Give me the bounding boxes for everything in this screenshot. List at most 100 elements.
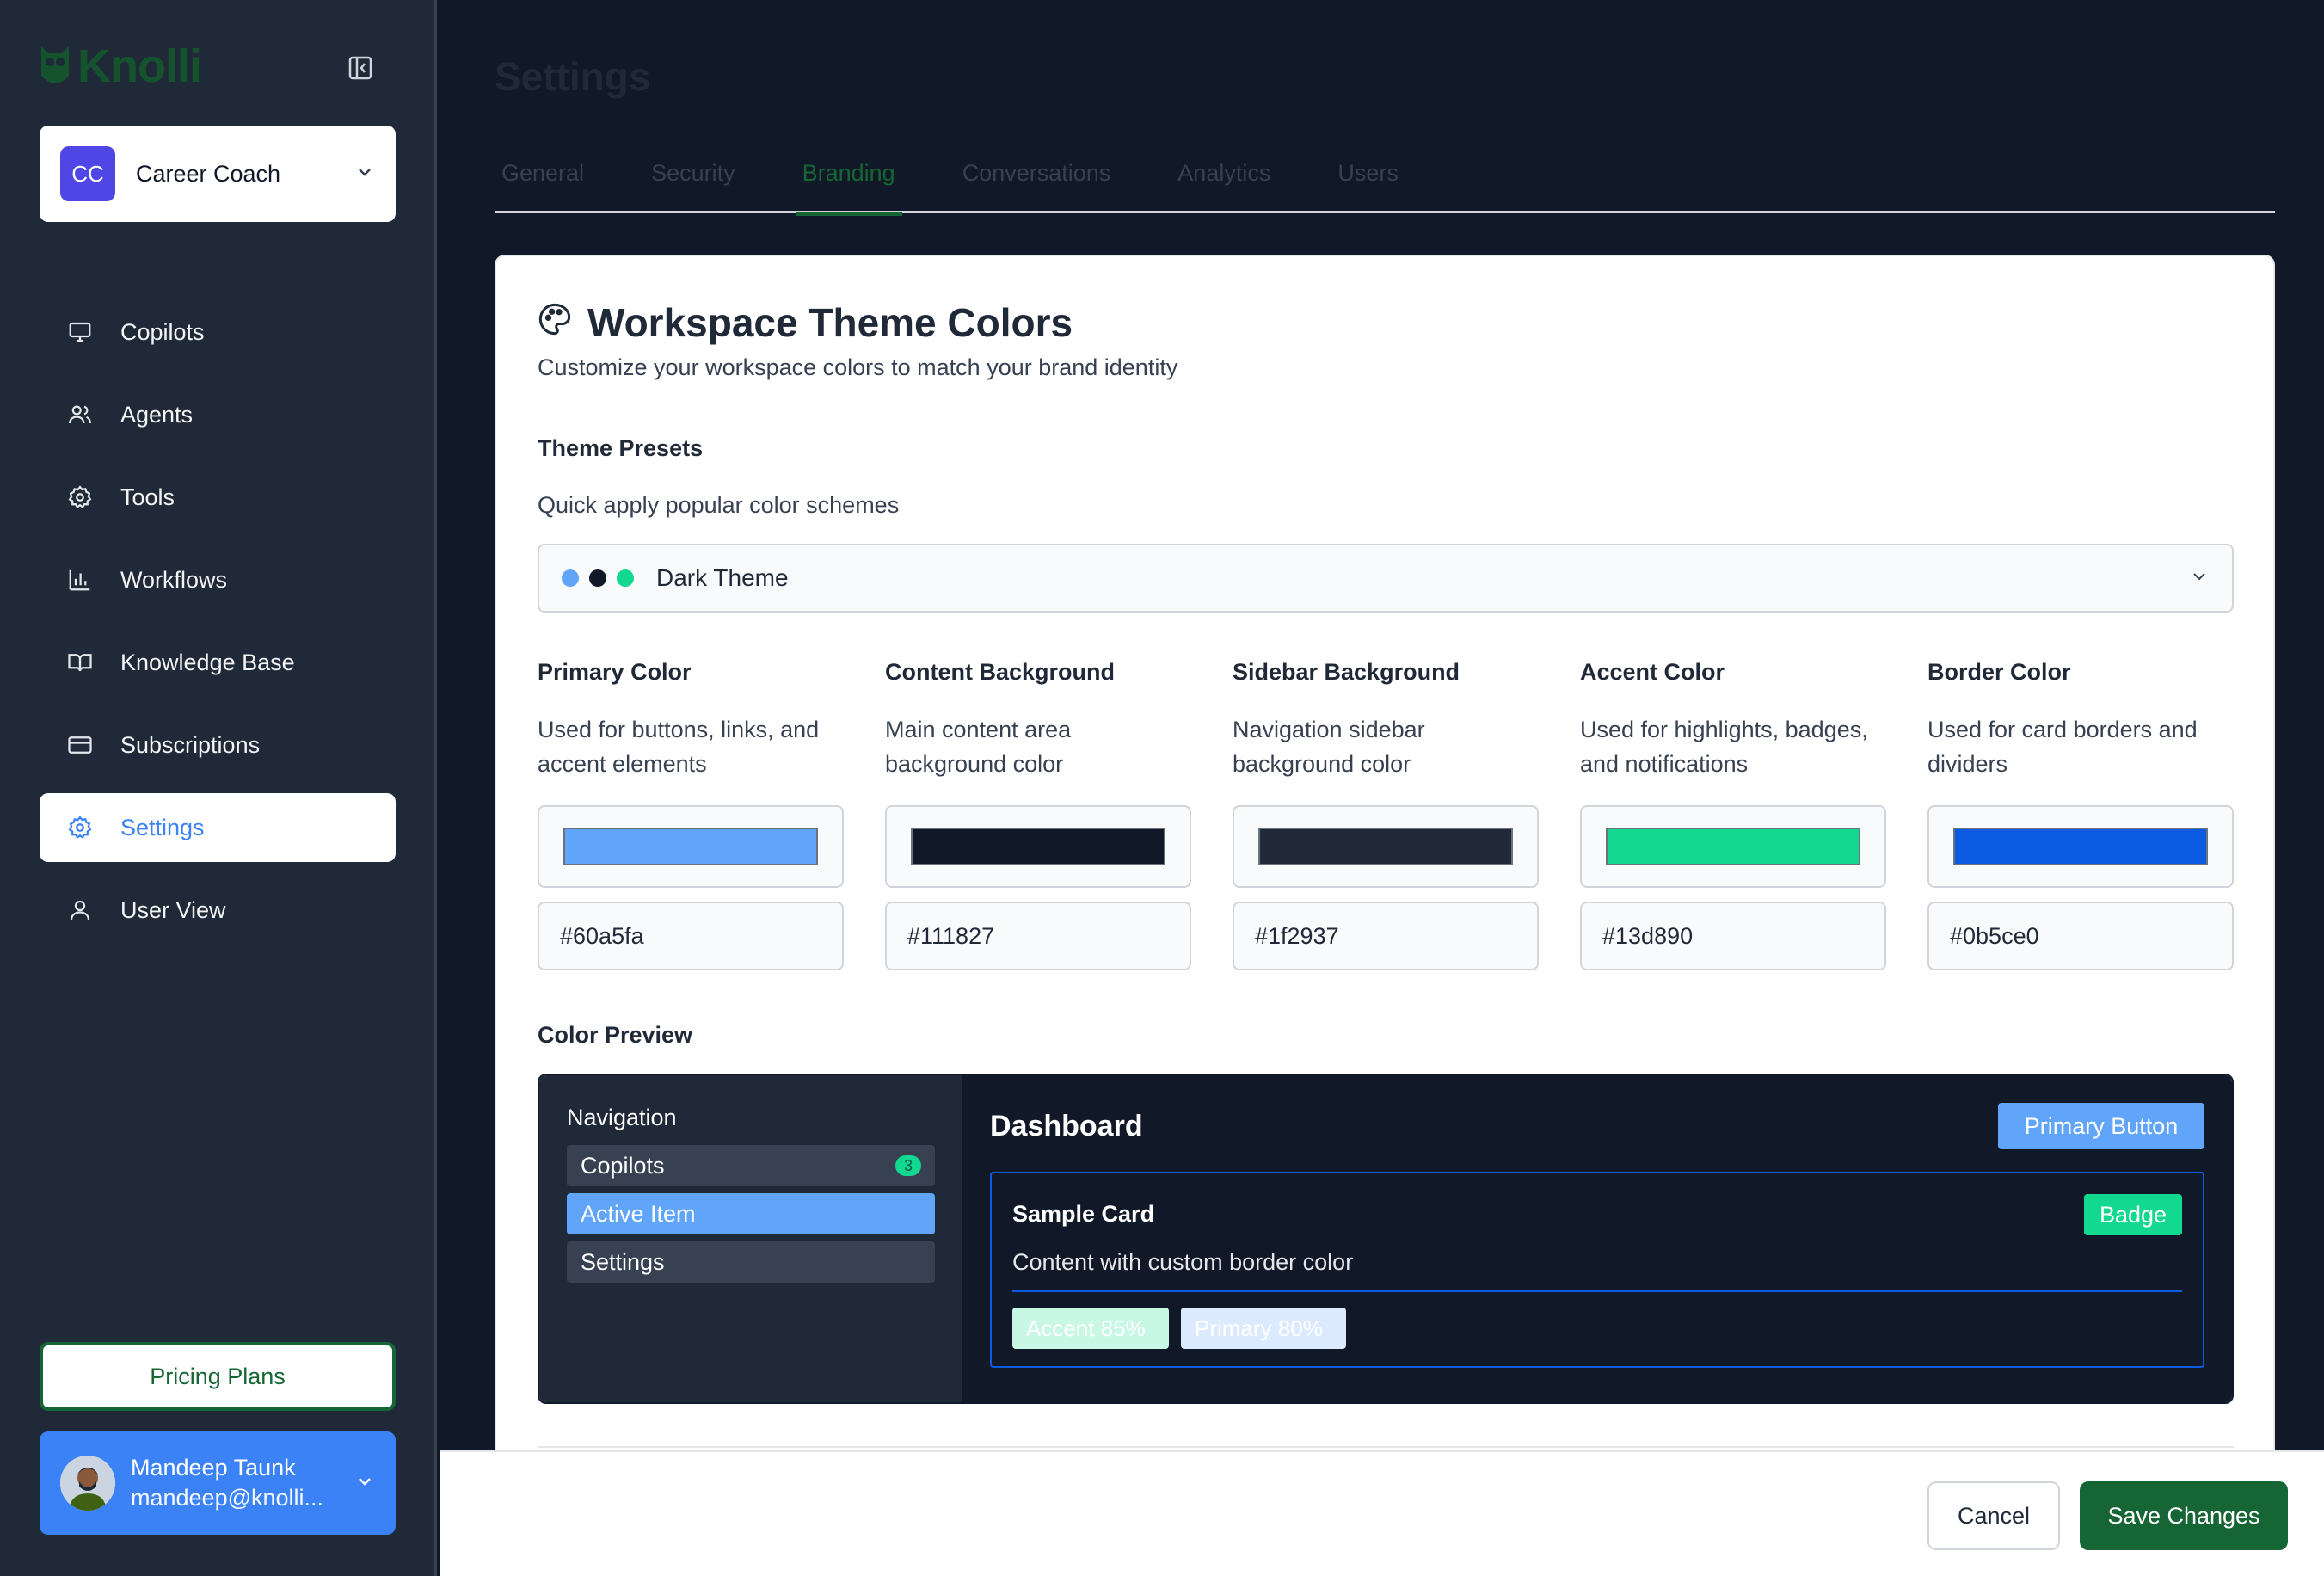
user-info: Mandeep Taunk mandeep@knolli...: [131, 1455, 354, 1511]
user-menu[interactable]: Mandeep Taunk mandeep@knolli...: [40, 1431, 396, 1535]
gear-icon: [65, 483, 95, 512]
color-dot: [617, 569, 634, 587]
sidebar-item-knowledge-base[interactable]: Knowledge Base: [40, 628, 396, 697]
gear-icon: [65, 813, 95, 842]
sidebar-nav: Copilots Agents Tools Workflows Knowledg…: [40, 298, 396, 958]
workspace-name: Career Coach: [136, 160, 281, 187]
bar-chart-icon: [65, 565, 95, 594]
sidebar-item-agents[interactable]: Agents: [40, 380, 396, 449]
page-title: Settings: [495, 54, 651, 99]
color-title: Sidebar Background: [1233, 659, 1460, 685]
save-changes-button[interactable]: Save Changes: [2080, 1481, 2288, 1550]
brand-name: Knolli: [77, 40, 202, 92]
color-field-content-bg: Content Background Main content area bac…: [885, 659, 1191, 970]
sidebar-item-label: User View: [120, 896, 226, 923]
theme-subtitle: Customize your workspace colors to match…: [538, 354, 1178, 380]
preview-sidebar: Navigation Copilots 3 Active Item Settin…: [539, 1075, 962, 1402]
color-swatch: [1258, 828, 1513, 865]
color-title: Accent Color: [1580, 659, 1725, 685]
user-icon: [65, 896, 95, 925]
cancel-button[interactable]: Cancel: [1927, 1481, 2060, 1550]
credit-card-icon: [65, 730, 95, 760]
color-picker[interactable]: [1927, 805, 2234, 888]
preview-nav-label: Copilots: [581, 1152, 665, 1179]
tab-general[interactable]: General: [495, 160, 591, 213]
sidebar-item-tools[interactable]: Tools: [40, 463, 396, 532]
preset-selected: Dark Theme: [656, 564, 789, 591]
theme-title: Workspace Theme Colors: [587, 300, 1073, 345]
color-swatch: [1606, 828, 1860, 865]
workspace-avatar: CC: [60, 146, 115, 201]
tab-users[interactable]: Users: [1331, 160, 1405, 213]
preview-nav-item: Settings: [567, 1241, 935, 1283]
count-badge: 3: [895, 1155, 921, 1176]
hex-input[interactable]: [1233, 902, 1539, 970]
hex-input[interactable]: [538, 902, 844, 970]
color-field-border: Border Color Used for card borders and d…: [1927, 659, 2234, 970]
color-picker[interactable]: [885, 805, 1191, 888]
color-swatch: [563, 828, 818, 865]
preview-nav-label: Active Item: [581, 1200, 696, 1227]
sidebar-item-label: Subscriptions: [120, 731, 261, 758]
color-desc: Used for card borders and dividers: [1927, 717, 2198, 777]
primary-chip: Primary 80%: [1181, 1308, 1346, 1349]
book-icon: [65, 648, 95, 677]
sidebar: Knolli CC Career Coach Copilots Agents T…: [0, 0, 437, 1576]
pricing-plans-button[interactable]: Pricing Plans: [40, 1342, 396, 1411]
sidebar-item-subscriptions[interactable]: Subscriptions: [40, 711, 396, 779]
tab-security[interactable]: Security: [644, 160, 742, 213]
owl-logo-icon: [38, 41, 72, 91]
settings-tabs: General Security Branding Conversations …: [495, 160, 2275, 216]
preview-heading: Dashboard: [990, 1110, 1143, 1142]
sidebar-item-label: Knowledge Base: [120, 649, 295, 675]
color-picker[interactable]: [538, 805, 844, 888]
monitor-icon: [65, 317, 95, 347]
preview-nav-item-active: Active Item: [567, 1193, 935, 1234]
preview-nav-item: Copilots 3: [567, 1145, 935, 1186]
color-title: Border Color: [1927, 659, 2071, 685]
hex-input[interactable]: [885, 902, 1191, 970]
preview-sample-card: Sample Card Badge Content with custom bo…: [990, 1172, 2204, 1368]
theme-preset-select[interactable]: Dark Theme: [538, 544, 2234, 613]
status-badge: Badge: [2084, 1194, 2182, 1235]
card-title: Workspace Theme Colors: [538, 299, 1073, 346]
main-content: Settings General Security Branding Conve…: [440, 0, 2324, 1576]
divider: [1012, 1290, 2182, 1292]
tab-analytics[interactable]: Analytics: [1171, 160, 1277, 213]
tab-branding[interactable]: Branding: [795, 160, 902, 216]
color-desc: Used for highlights, badges, and notific…: [1580, 717, 1868, 777]
preview-title: Color Preview: [538, 1022, 693, 1048]
collapse-sidebar-icon[interactable]: [346, 53, 375, 83]
color-dot: [562, 569, 579, 587]
preview-nav-label: Settings: [581, 1248, 665, 1275]
color-desc: Used for buttons, links, and accent elem…: [538, 717, 820, 777]
hex-input[interactable]: [1580, 902, 1886, 970]
hex-input[interactable]: [1927, 902, 2234, 970]
preview-main: Dashboard Primary Button Sample Card Bad…: [962, 1075, 2232, 1402]
color-picker[interactable]: [1580, 805, 1886, 888]
palette-icon: [538, 299, 572, 346]
sidebar-item-settings[interactable]: Settings: [40, 793, 396, 862]
presets-title: Theme Presets: [538, 435, 704, 461]
sidebar-item-user-view[interactable]: User View: [40, 876, 396, 945]
color-fields: Primary Color Used for buttons, links, a…: [538, 659, 2234, 970]
color-swatch: [1953, 828, 2208, 865]
sidebar-item-label: Tools: [120, 483, 175, 510]
accent-chip: Accent 85%: [1012, 1308, 1169, 1349]
sidebar-item-copilots[interactable]: Copilots: [40, 298, 396, 366]
divider: [538, 1446, 2234, 1448]
chevron-down-icon: [354, 1471, 375, 1496]
color-title: Content Background: [885, 659, 1115, 685]
color-picker[interactable]: [1233, 805, 1539, 888]
sidebar-item-label: Workflows: [120, 566, 228, 593]
brand-logo[interactable]: Knolli: [38, 40, 202, 93]
tab-conversations[interactable]: Conversations: [956, 160, 1118, 213]
avatar: [60, 1456, 115, 1511]
preview-nav-title: Navigation: [567, 1105, 677, 1130]
workspace-selector[interactable]: CC Career Coach: [40, 126, 396, 222]
sample-card-title: Sample Card: [1012, 1201, 1155, 1227]
sidebar-item-label: Settings: [120, 814, 205, 840]
color-field-primary: Primary Color Used for buttons, links, a…: [538, 659, 844, 970]
sidebar-item-workflows[interactable]: Workflows: [40, 545, 396, 614]
theme-colors-card: Workspace Theme Colors Customize your wo…: [495, 255, 2275, 1576]
